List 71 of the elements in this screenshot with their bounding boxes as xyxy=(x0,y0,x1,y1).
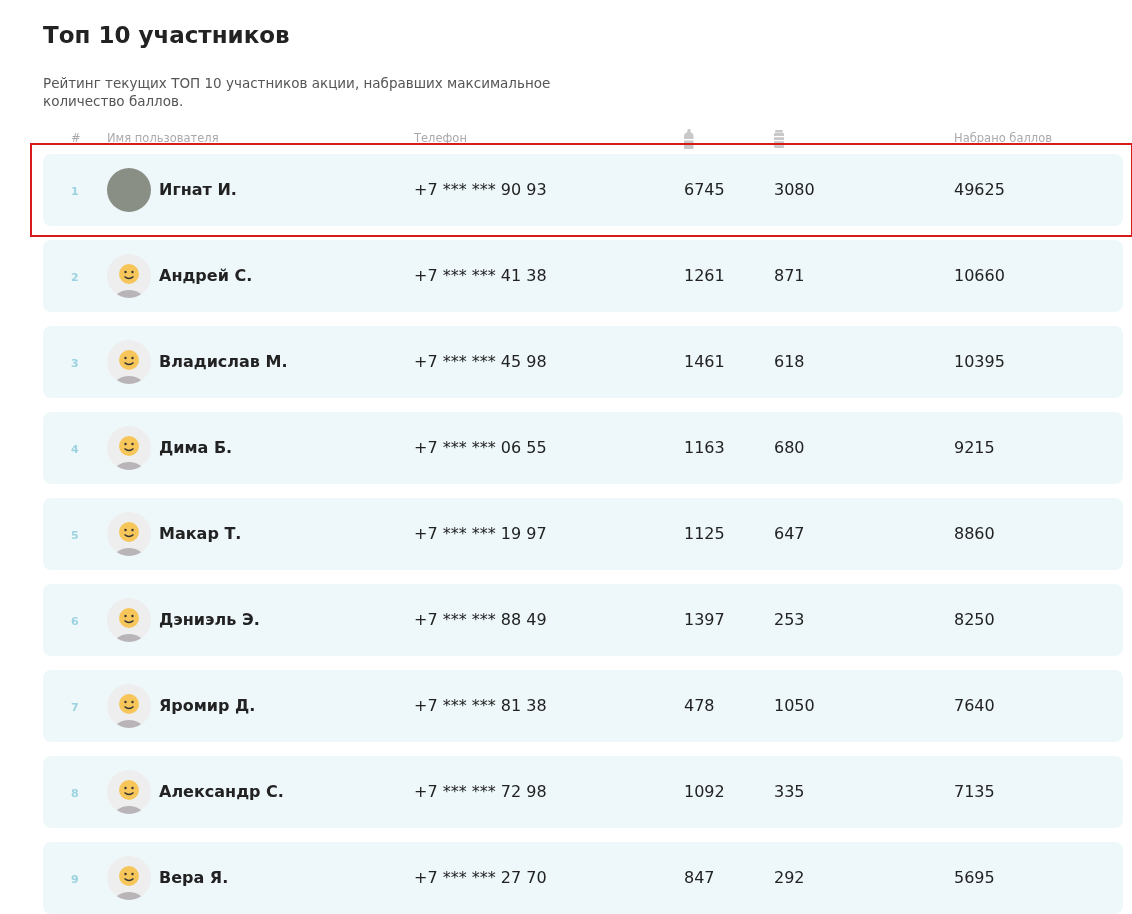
table-cell: 478 xyxy=(684,696,715,716)
rank-number: 5 xyxy=(70,529,79,543)
table-cell: 1163 xyxy=(684,438,725,458)
rank-number: 4 xyxy=(70,443,79,457)
points-value: 7135 xyxy=(954,782,995,802)
user-name: Макар Т. xyxy=(159,523,242,546)
points-value: 9215 xyxy=(954,438,995,458)
page-title: Топ 10 участников xyxy=(43,22,291,50)
smiley-avatar-icon xyxy=(107,254,151,299)
table-cell: 292 xyxy=(774,868,805,888)
points-value: 7640 xyxy=(954,696,995,716)
phone-number: +7 *** *** 81 38 xyxy=(414,696,547,716)
smiley-avatar-icon xyxy=(107,684,151,729)
points-value: 49625 xyxy=(954,180,1005,200)
smiley-avatar-icon xyxy=(107,598,151,643)
bottle-icon xyxy=(684,129,694,150)
rank-number: 8 xyxy=(70,787,79,801)
table-cell: 618 xyxy=(774,352,805,372)
phone-number: +7 *** *** 45 98 xyxy=(414,352,547,372)
phone-number: +7 *** *** 27 70 xyxy=(414,868,547,888)
phone-number: +7 *** *** 88 49 xyxy=(414,610,547,630)
user-name: Александр С. xyxy=(159,781,284,804)
user-name: Вера Я. xyxy=(159,867,229,890)
column-header: # xyxy=(71,131,81,146)
phone-number: +7 *** *** 41 38 xyxy=(414,266,547,286)
column-header: Набрано баллов xyxy=(954,131,1052,146)
rank-number: 3 xyxy=(70,357,79,371)
table-cell: 1125 xyxy=(684,524,725,544)
user-name: Владислав М. xyxy=(159,351,288,374)
rank-number: 6 xyxy=(70,615,79,629)
points-value: 8860 xyxy=(954,524,995,544)
phone-number: +7 *** *** 72 98 xyxy=(414,782,547,802)
table-cell: 847 xyxy=(684,868,715,888)
phone-number: +7 *** *** 90 93 xyxy=(414,180,547,200)
can-icon xyxy=(774,130,784,149)
points-value: 10660 xyxy=(954,266,1005,286)
points-value: 8250 xyxy=(954,610,995,630)
phone-number: +7 *** *** 19 97 xyxy=(414,524,547,544)
rank-number: 2 xyxy=(70,271,79,285)
user-name: Дэниэль Э. xyxy=(159,609,260,632)
column-header: Имя пользователя xyxy=(107,131,219,146)
table-cell: 1461 xyxy=(684,352,725,372)
user-name: Игнат И. xyxy=(159,179,237,202)
smiley-avatar-icon xyxy=(107,512,151,557)
table-cell: 1397 xyxy=(684,610,725,630)
table-cell: 1092 xyxy=(684,782,725,802)
table-cell: 3080 xyxy=(774,180,815,200)
rank-number: 7 xyxy=(70,701,79,715)
phone-number: +7 *** *** 06 55 xyxy=(414,438,547,458)
points-value: 5695 xyxy=(954,868,995,888)
column-header: Телефон xyxy=(414,131,467,146)
user-name: Яромир Д. xyxy=(159,695,256,718)
user-name: Дима Б. xyxy=(159,437,233,460)
smiley-avatar-icon xyxy=(107,426,151,471)
points-value: 10395 xyxy=(954,352,1005,372)
table-cell: 1050 xyxy=(774,696,815,716)
table-cell: 680 xyxy=(774,438,805,458)
photo-placeholder xyxy=(107,168,151,213)
smiley-avatar-icon xyxy=(107,856,151,901)
smiley-avatar-icon xyxy=(107,770,151,815)
rank-number: 1 xyxy=(70,185,79,199)
user-name: Андрей С. xyxy=(159,265,253,288)
table-cell: 253 xyxy=(774,610,805,630)
table-cell: 871 xyxy=(774,266,805,286)
table-cell: 647 xyxy=(774,524,805,544)
smiley-avatar-icon xyxy=(107,340,151,385)
table-cell: 1261 xyxy=(684,266,725,286)
rank-number: 9 xyxy=(70,873,79,887)
table-cell: 335 xyxy=(774,782,805,802)
table-cell: 6745 xyxy=(684,180,725,200)
description-text: Рейтинг текущих ТОП 10 участников акции, набравших максимальное количество баллов. xyxy=(43,73,552,111)
